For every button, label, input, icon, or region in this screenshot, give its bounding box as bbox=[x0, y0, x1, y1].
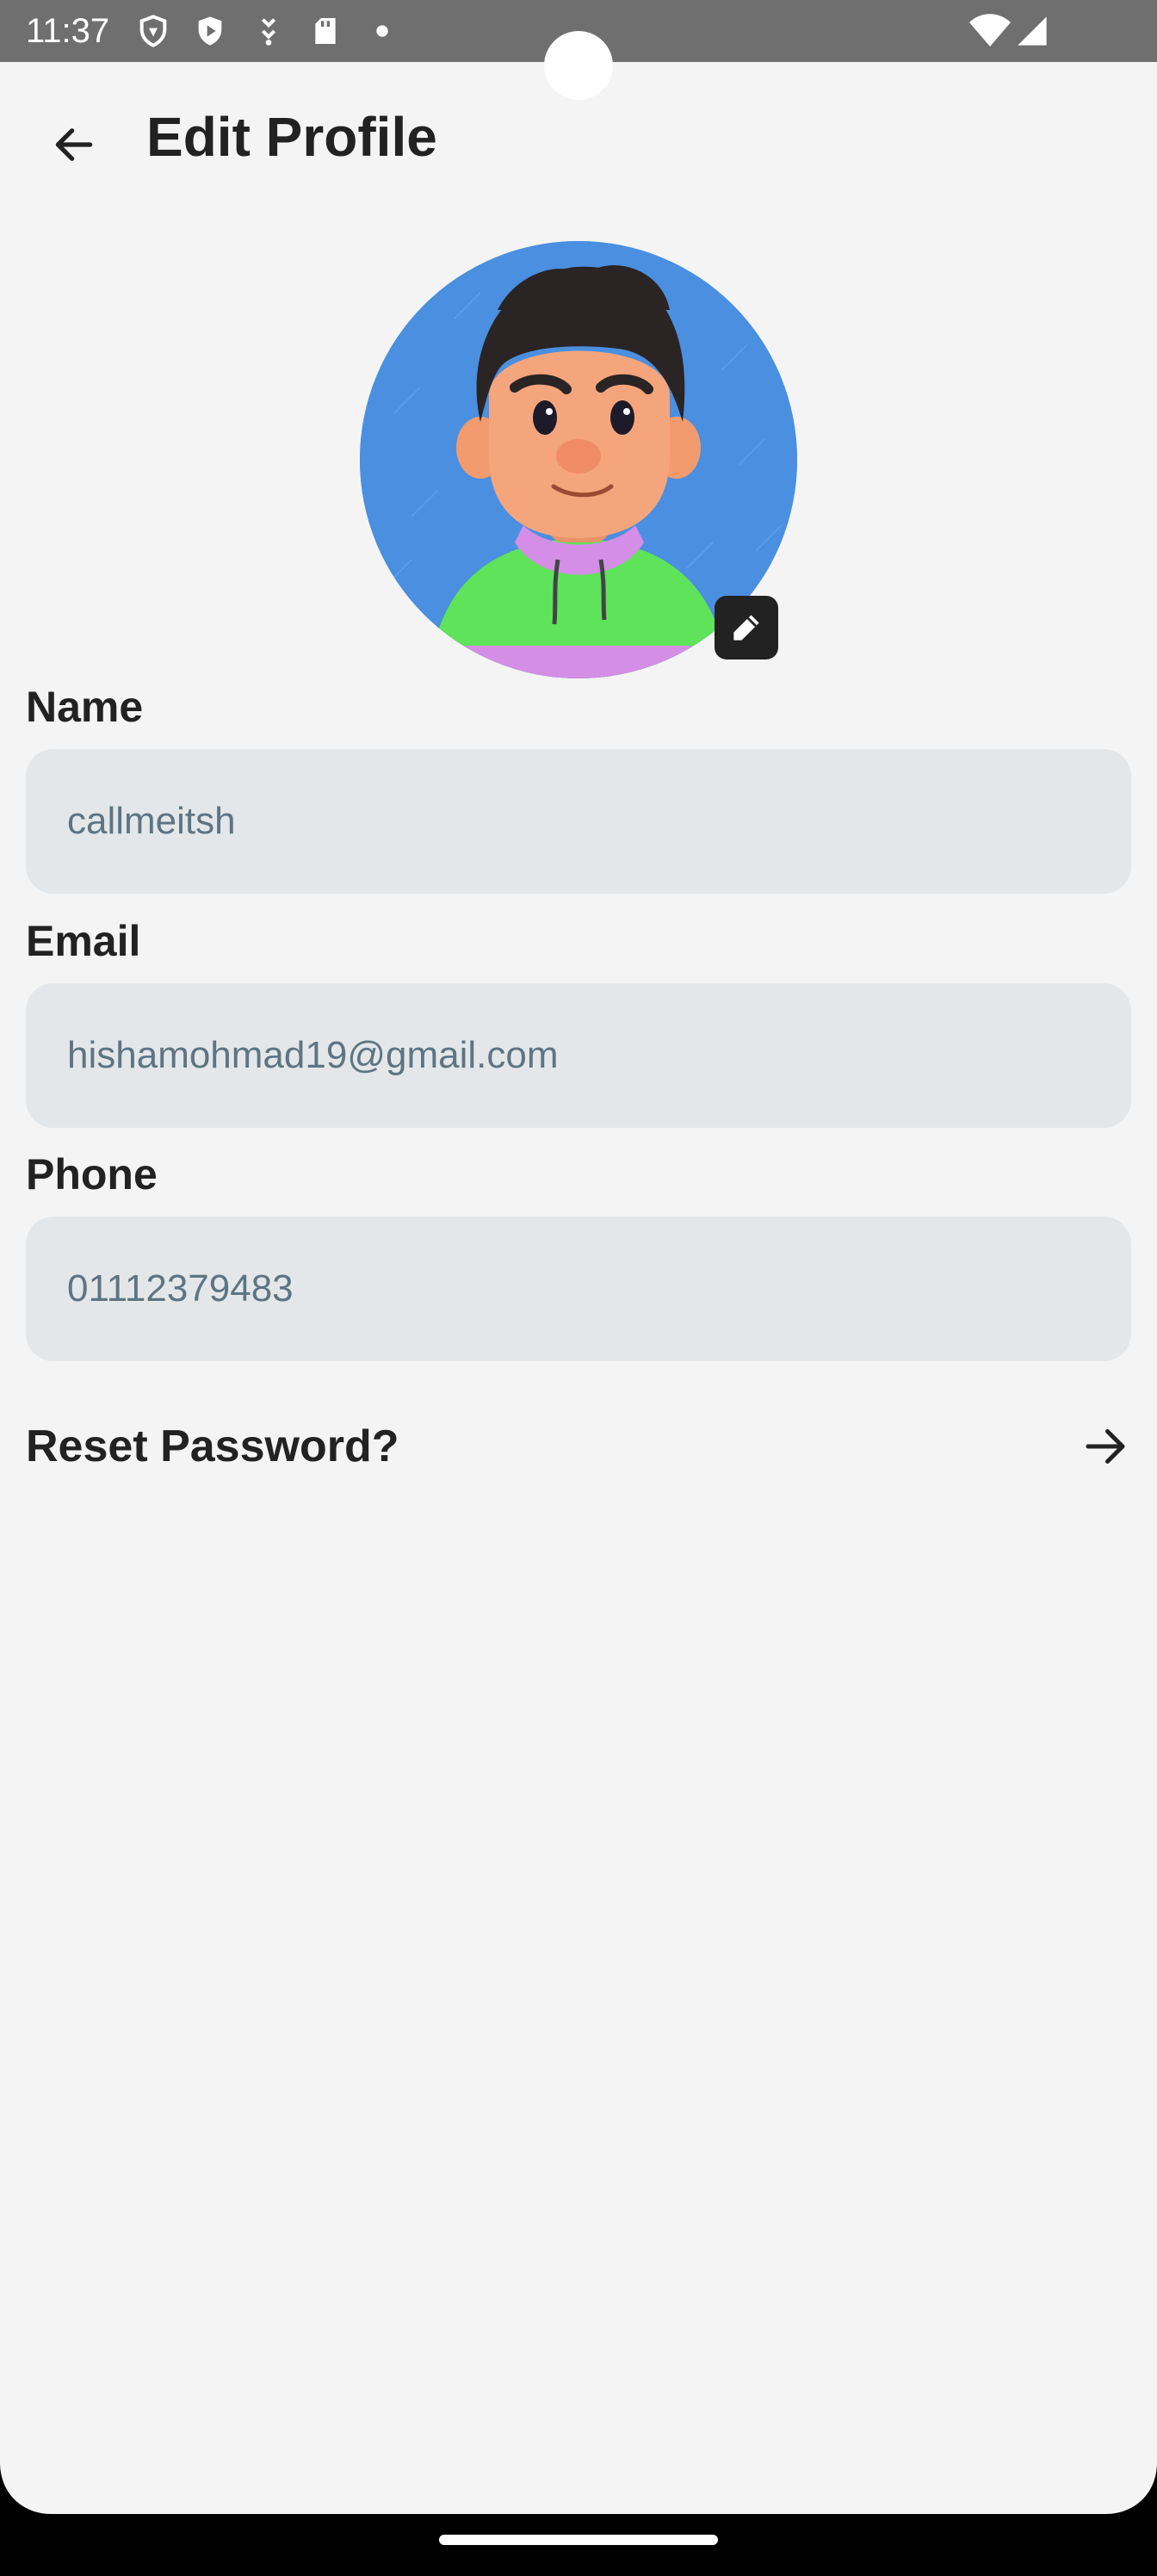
download-icon bbox=[261, 18, 276, 46]
screen-corner-right bbox=[1105, 2462, 1157, 2514]
reset-password-label: Reset Password? bbox=[26, 1421, 399, 1471]
edit-avatar-button[interactable] bbox=[715, 596, 778, 659]
back-button[interactable] bbox=[41, 112, 107, 177]
phone-label: Phone bbox=[26, 1150, 158, 1198]
arrow-left-icon bbox=[55, 128, 93, 161]
wifi-icon bbox=[969, 14, 1011, 46]
navigation-bar bbox=[0, 2514, 1157, 2576]
reset-password-row[interactable]: Reset Password? bbox=[26, 1403, 1131, 1489]
status-time: 11:37 bbox=[26, 12, 110, 50]
page-title: Edit Profile bbox=[146, 106, 437, 168]
phone-field[interactable] bbox=[26, 1217, 1131, 1361]
name-field[interactable] bbox=[26, 749, 1131, 894]
email-label: Email bbox=[26, 917, 141, 965]
name-label: Name bbox=[26, 683, 144, 731]
signal-icon bbox=[1018, 16, 1047, 46]
front-camera bbox=[544, 31, 613, 100]
home-gesture-handle[interactable] bbox=[439, 2535, 718, 2545]
shield-play-icon bbox=[198, 16, 222, 46]
arrow-right-icon bbox=[1086, 1429, 1125, 1464]
dot-icon bbox=[376, 25, 388, 37]
shield-outline-icon bbox=[139, 15, 167, 47]
screen-corner-left bbox=[0, 2462, 52, 2514]
pencil-icon bbox=[733, 615, 759, 641]
email-field[interactable] bbox=[26, 983, 1131, 1128]
sd-card-icon bbox=[315, 18, 336, 44]
